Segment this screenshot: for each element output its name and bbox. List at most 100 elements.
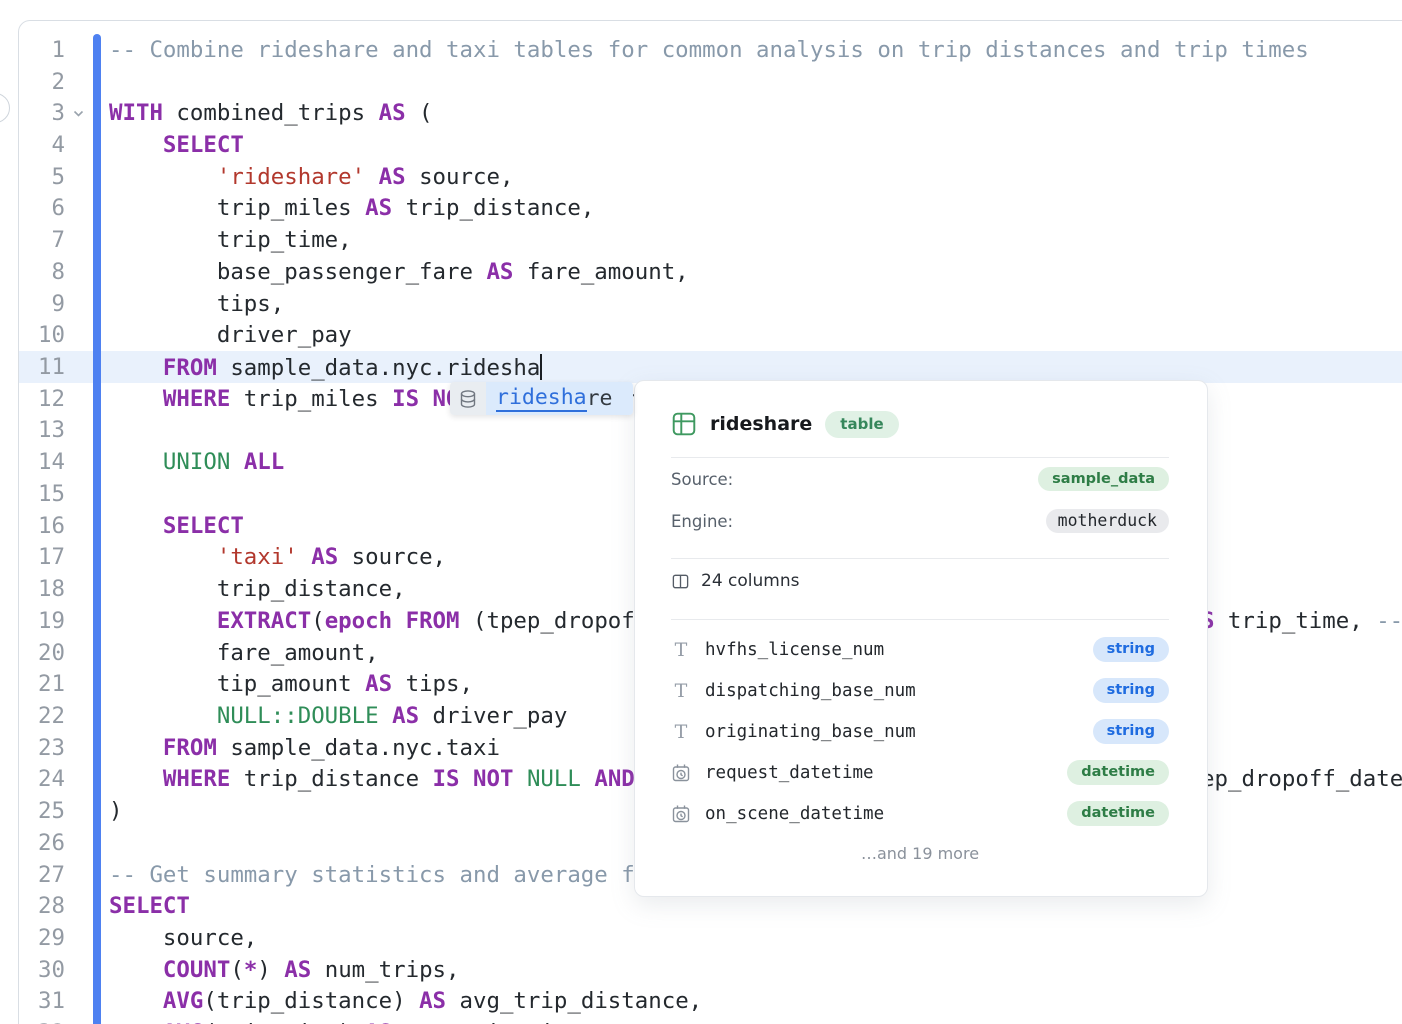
code-text[interactable]: 'taxi' AS source,	[109, 544, 446, 570]
line-number[interactable]: 30	[19, 957, 65, 983]
code-text[interactable]: tip_amount AS tips,	[109, 671, 473, 697]
line-number[interactable]: 29	[19, 925, 65, 951]
code-text[interactable]: )	[109, 798, 122, 824]
code-line[interactable]: 9 tips,	[19, 288, 1402, 320]
code-text[interactable]: AVG(trip_time) AS avg_trip_time,	[109, 1020, 594, 1024]
line-number[interactable]: 15	[19, 481, 65, 507]
line-number[interactable]: 27	[19, 862, 65, 888]
datetime-type-icon	[671, 763, 691, 783]
token-kw: IS	[433, 766, 460, 792]
code-text[interactable]: UNION ALL	[109, 449, 284, 475]
column-row: Tdispatching_base_numstring	[671, 670, 1169, 711]
code-line[interactable]: 5 'rideshare' AS source,	[19, 161, 1402, 193]
line-number[interactable]: 8	[19, 259, 65, 285]
token-txt	[109, 703, 217, 729]
code-text[interactable]: base_passenger_fare AS fare_amount,	[109, 259, 689, 285]
autocomplete-rest-text: re	[587, 386, 613, 411]
code-text[interactable]: tips,	[109, 291, 284, 317]
code-text[interactable]: source,	[109, 925, 257, 951]
columns-summary-row: 24 columns	[671, 559, 1169, 603]
code-line[interactable]: 31 AVG(trip_distance) AS avg_trip_distan…	[19, 986, 1402, 1018]
code-text[interactable]: SELECT	[109, 513, 244, 539]
code-text[interactable]: FROM sample_data.nyc.taxi	[109, 735, 500, 761]
fold-chevron-down-icon[interactable]	[65, 106, 92, 121]
token-txt: avg_trip_time,	[392, 1020, 594, 1024]
code-text[interactable]: fare_amount,	[109, 640, 379, 666]
code-line[interactable]: 29 source,	[19, 922, 1402, 954]
autocomplete-item-rideshare[interactable]: rideshare	[486, 382, 633, 415]
token-txt: num_trips,	[311, 957, 459, 983]
column-name: hvfhs_license_num	[705, 640, 884, 660]
line-number[interactable]: 31	[19, 988, 65, 1014]
line-number[interactable]: 9	[19, 291, 65, 317]
text-cursor	[540, 354, 542, 380]
token-txt	[581, 766, 594, 792]
code-line[interactable]: 4 SELECT	[19, 129, 1402, 161]
code-text[interactable]: driver_pay	[109, 322, 352, 348]
line-number[interactable]: 23	[19, 735, 65, 761]
line-number[interactable]: 4	[19, 132, 65, 158]
token-txt: trip_miles	[109, 195, 365, 221]
code-text[interactable]: trip_miles AS trip_distance,	[109, 195, 594, 221]
column-type-badge: string	[1093, 719, 1169, 744]
line-number[interactable]: 12	[19, 386, 65, 412]
partial-floating-button[interactable]	[0, 93, 10, 123]
code-text[interactable]: SELECT	[109, 132, 244, 158]
code-line[interactable]: 1 -- Combine rideshare and taxi tables fo…	[19, 34, 1402, 66]
code-text[interactable]: -- Combine rideshare and taxi tables for…	[109, 37, 1309, 63]
code-line[interactable]: 30 COUNT(*) AS num_trips,	[19, 954, 1402, 986]
line-number[interactable]: 17	[19, 544, 65, 570]
code-text[interactable]: WITH combined_trips AS (	[109, 100, 433, 126]
line-number[interactable]: 10	[19, 322, 65, 348]
code-line[interactable]: 10 driver_pay	[19, 319, 1402, 351]
token-kw: EXTRACT	[217, 608, 311, 634]
code-line[interactable]: 11 FROM sample_data.nyc.ridesha	[19, 351, 1402, 383]
line-number[interactable]: 25	[19, 798, 65, 824]
line-number[interactable]: 13	[19, 417, 65, 443]
line-number[interactable]: 19	[19, 608, 65, 634]
line-number[interactable]: 7	[19, 227, 65, 253]
code-line[interactable]: 6 trip_miles AS trip_distance,	[19, 193, 1402, 225]
code-text[interactable]: trip_time,	[109, 227, 352, 253]
token-kw: WHERE	[163, 386, 230, 412]
code-text[interactable]: COUNT(*) AS num_trips,	[109, 957, 460, 983]
code-text[interactable]: FROM sample_data.nyc.ridesha	[109, 354, 542, 381]
code-text[interactable]: 'rideshare' AS source,	[109, 164, 513, 190]
line-number[interactable]: 14	[19, 449, 65, 475]
line-number[interactable]: 1	[19, 37, 65, 63]
line-number[interactable]: 28	[19, 893, 65, 919]
line-number[interactable]: 16	[19, 513, 65, 539]
code-line[interactable]: 7 trip_time,	[19, 224, 1402, 256]
token-kw: epoch	[325, 608, 392, 634]
code-text[interactable]: NULL::DOUBLE AS driver_pay	[109, 703, 567, 729]
token-txt: trip_time,	[109, 227, 352, 253]
line-number[interactable]: 26	[19, 830, 65, 856]
line-number[interactable]: 21	[19, 671, 65, 697]
line-number[interactable]: 20	[19, 640, 65, 666]
line-number[interactable]: 2	[19, 69, 65, 95]
token-kw: AS	[392, 703, 419, 729]
line-number[interactable]: 6	[19, 195, 65, 221]
token-txt	[109, 164, 217, 190]
token-txt: source,	[109, 925, 257, 951]
column-type-badge: string	[1093, 678, 1169, 703]
line-number[interactable]: 5	[19, 164, 65, 190]
token-kw: IS	[392, 386, 419, 412]
line-number[interactable]: 32	[19, 1020, 65, 1024]
code-line[interactable]: 32 AVG(trip_time) AS avg_trip_time,	[19, 1017, 1402, 1024]
autocomplete-popup[interactable]: rideshare	[450, 382, 633, 415]
code-text[interactable]: trip_distance,	[109, 576, 406, 602]
line-number[interactable]: 3	[19, 100, 65, 126]
source-label: Source:	[671, 470, 733, 489]
code-text[interactable]: SELECT	[109, 893, 190, 919]
code-line[interactable]: 8 base_passenger_fare AS fare_amount,	[19, 256, 1402, 288]
line-number[interactable]: 22	[19, 703, 65, 729]
token-txt	[298, 544, 311, 570]
code-line[interactable]: 3 WITH combined_trips AS (	[19, 97, 1402, 129]
code-text[interactable]: AVG(trip_distance) AS avg_trip_distance,	[109, 988, 702, 1014]
line-number[interactable]: 24	[19, 766, 65, 792]
line-number[interactable]: 11	[19, 354, 65, 380]
code-line[interactable]: 2	[19, 66, 1402, 98]
line-number[interactable]: 18	[19, 576, 65, 602]
token-txt: (	[311, 608, 324, 634]
